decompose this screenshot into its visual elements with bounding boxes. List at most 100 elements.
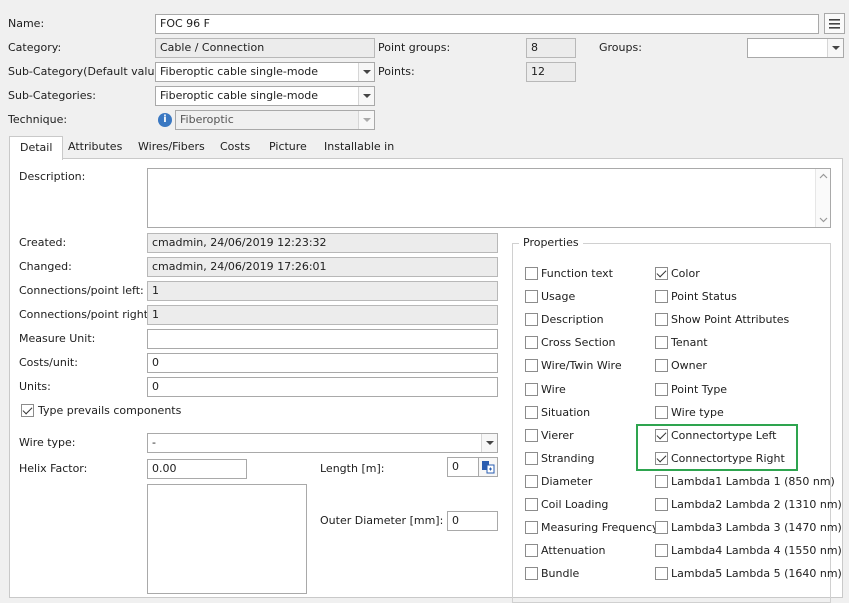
helix-input[interactable]: 0.00 [147,459,247,479]
changed-label: Changed: [19,260,72,273]
prop-right-label: Lambda2 Lambda 2 (1310 nm) [671,498,842,511]
picture-box [147,484,307,594]
prop-left-checkbox[interactable] [525,452,538,465]
prop-left-label: Measuring Frequency [541,521,659,534]
groups-label: Groups: [599,41,642,54]
menu-button[interactable] [824,13,845,34]
conn-right-label: Connections/point right: [19,308,152,321]
subcategory-default-label: Sub-Category(Default value): [8,65,170,78]
prop-right-checkbox[interactable] [655,313,668,326]
prop-right-checkbox[interactable] [655,267,668,280]
prop-right-checkbox[interactable] [655,383,668,396]
prop-right-checkbox[interactable] [655,567,668,580]
scroll-arrows-icon [819,173,828,223]
description-label: Description: [19,170,86,183]
subcategory-default-value: Fiberoptic cable single-mode [160,65,319,78]
created-label: Created: [19,236,67,249]
technique-select: Fiberoptic [175,110,375,130]
outer-diameter-label: Outer Diameter [mm]: [320,514,444,527]
tab-detail[interactable]: Detail [9,136,64,160]
prop-left-checkbox[interactable] [525,336,538,349]
prop-left-checkbox[interactable] [525,359,538,372]
info-icon: i [158,113,172,127]
point-groups-field: 8 [526,38,576,58]
tab-picture[interactable]: Picture [259,136,317,159]
measure-unit-label: Measure Unit: [19,332,96,345]
category-field: Cable / Connection [155,38,375,58]
prop-left-checkbox[interactable] [525,567,538,580]
subcategories-select[interactable]: Fiberoptic cable single-mode [155,86,375,106]
created-field: cmadmin, 24/06/2019 12:23:32 [147,233,498,253]
prop-left-label: Vierer [541,429,574,442]
prop-right-checkbox[interactable] [655,290,668,303]
picker-icon [482,461,495,474]
prop-left-label: Function text [541,267,613,280]
prop-left-label: Diameter [541,475,593,488]
units-input[interactable]: 0 [147,377,498,397]
technique-value: Fiberoptic [180,113,234,126]
prop-left-checkbox[interactable] [525,313,538,326]
prop-right-checkbox[interactable] [655,475,668,488]
highlight-box [636,424,798,471]
type-prevails-label: Type prevails components [38,404,182,417]
tab-attributes[interactable]: Attributes [58,136,132,159]
tab-installable-in[interactable]: Installable in [314,136,404,159]
type-prevails-checkbox[interactable] [21,404,34,417]
hamburger-menu-icon [829,19,840,29]
prop-right-checkbox[interactable] [655,359,668,372]
prop-left-label: Cross Section [541,336,616,349]
chevron-down-icon [358,111,374,129]
chevron-down-icon[interactable] [358,63,374,81]
technique-label: Technique: [8,113,68,126]
outer-diameter-input[interactable]: 0 [447,511,498,531]
prop-left-label: Situation [541,406,591,419]
chevron-down-icon[interactable] [827,39,843,57]
subcategory-default-select[interactable]: Fiberoptic cable single-mode [155,62,375,82]
tab-costs[interactable]: Costs [210,136,260,159]
prop-right-label: Show Point Attributes [671,313,790,326]
prop-left-checkbox[interactable] [525,475,538,488]
length-picker-button[interactable] [478,457,498,477]
prop-left-checkbox[interactable] [525,383,538,396]
prop-left-checkbox[interactable] [525,521,538,534]
prop-right-label: Wire type [671,406,724,419]
description-scrollbar[interactable] [815,169,830,227]
point-groups-label: Point groups: [378,41,451,54]
measure-unit-input[interactable] [147,329,498,349]
prop-right-checkbox[interactable] [655,544,668,557]
prop-left-label: Usage [541,290,576,303]
prop-right-label: Lambda4 Lambda 4 (1550 nm) [671,544,842,557]
prop-right-checkbox[interactable] [655,336,668,349]
description-input[interactable] [147,168,831,228]
prop-right-label: Tenant [671,336,708,349]
tab-wires-fibers[interactable]: Wires/Fibers [128,136,215,159]
prop-left-label: Attenuation [541,544,606,557]
chevron-down-icon[interactable] [358,87,374,105]
prop-right-label: Point Type [671,383,728,396]
prop-right-label: Lambda1 Lambda 1 (850 nm) [671,475,835,488]
prop-left-checkbox[interactable] [525,429,538,442]
length-input[interactable]: 0 [447,457,479,477]
wire-type-value: - [152,436,156,449]
prop-left-label: Bundle [541,567,580,580]
costs-unit-input[interactable]: 0 [147,353,498,373]
name-label: Name: [8,17,45,30]
chevron-down-icon[interactable] [481,434,497,452]
wire-type-label: Wire type: [19,436,76,449]
conn-right-field: 1 [147,305,498,325]
prop-left-checkbox[interactable] [525,406,538,419]
prop-left-checkbox[interactable] [525,498,538,511]
prop-right-checkbox[interactable] [655,406,668,419]
subcategories-value: Fiberoptic cable single-mode [160,89,319,102]
helix-label: Helix Factor: [19,462,88,475]
prop-left-checkbox[interactable] [525,267,538,280]
prop-right-checkbox[interactable] [655,498,668,511]
prop-right-label: Color [671,267,700,280]
prop-right-label: Point Status [671,290,737,303]
prop-right-checkbox[interactable] [655,521,668,534]
groups-select[interactable] [747,38,844,58]
prop-left-checkbox[interactable] [525,544,538,557]
name-input[interactable]: FOC 96 F [155,14,819,34]
prop-left-checkbox[interactable] [525,290,538,303]
wire-type-select[interactable]: - [147,433,498,453]
